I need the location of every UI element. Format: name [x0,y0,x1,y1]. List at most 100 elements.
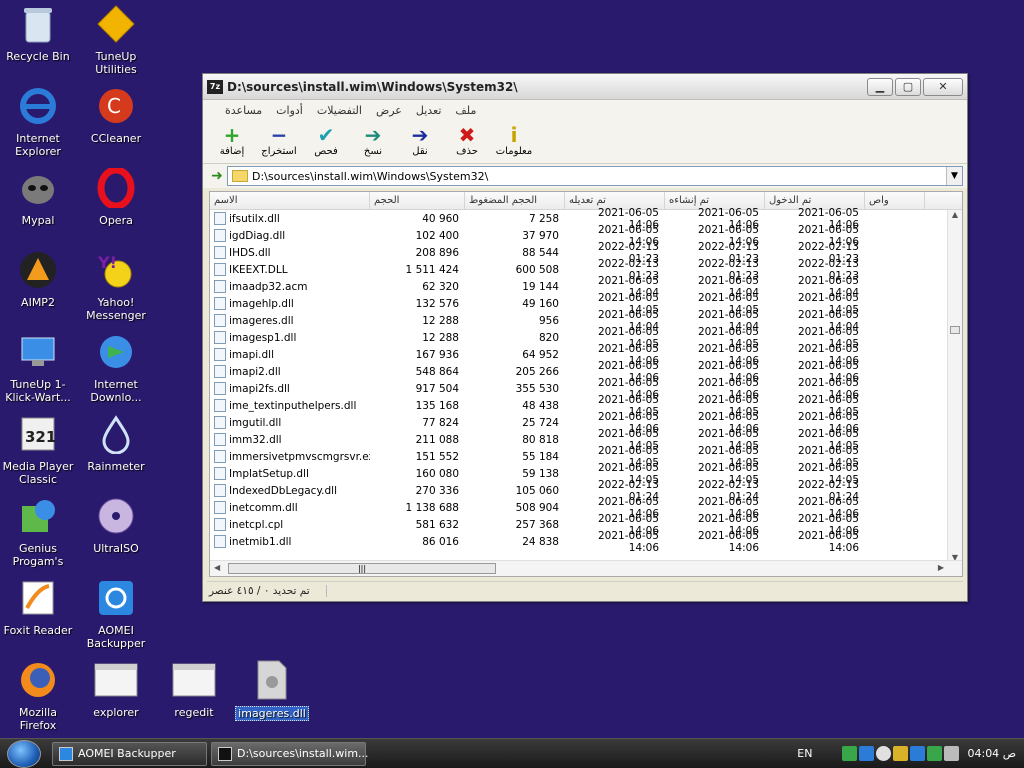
desktop-icon-imageres-dll[interactable]: imageres.dll [234,658,310,721]
taskbar-button-aomei[interactable]: AOMEI Backupper [52,741,207,766]
file-name-cell: ifsutilx.dll [210,212,370,225]
menu-item[interactable]: ملف [455,104,476,117]
desktop-icon-tuneup-1-klick-wart[interactable]: TuneUp 1-Klick-Wart... [0,330,76,404]
desktop-icon-mypal[interactable]: Mypal [0,166,76,227]
desktop-icon-tuneup-utilities[interactable]: TuneUp Utilities [78,2,154,76]
table-cell: 581 632 [415,518,459,531]
maximize-button[interactable]: ▢ [895,77,921,96]
desktop-icon-regedit[interactable]: regedit [156,658,232,719]
menu-item[interactable]: مساعدة [225,104,262,117]
file-name: inetmib1.dll [229,535,292,548]
file-name: imm32.dll [229,433,282,446]
table-cell: 59 138 [522,467,559,480]
desktop-icon-foxit-reader[interactable]: Foxit Reader [0,576,76,637]
desktop-icon-yahoo-messenger[interactable]: Y! Yahoo! Messenger [78,248,154,322]
desktop-icon-label: UltraISO [93,542,139,555]
delete-button[interactable]: ✖ حذف [444,124,490,157]
desktop-icon-media-player-classic[interactable]: 321 Media Player Classic [0,412,76,486]
desktop-icon-mozilla-firefox[interactable]: Mozilla Firefox [0,658,76,732]
menu-item[interactable]: عرض [376,104,402,117]
desktop-icon-ccleaner[interactable]: C CCleaner [78,84,154,145]
yahoo-messenger-icon: Y! [94,248,138,292]
file-icon [214,535,226,548]
menu-bar: ملف تعديل عرض التفضيلات أدوات مساعدة [203,100,967,120]
file-list[interactable]: الاسم الحجم الحجم المضغوط تم تعديله تم إنشاء… [209,191,963,577]
desktop-icon-aimp2[interactable]: AIMP2 [0,248,76,309]
tray-app-icon[interactable] [893,746,909,761]
desktop-icon-label: TuneUp Utilities [95,50,137,76]
title-bar[interactable]: 7z D:\sources\install.wim\Windows\System… [203,74,967,100]
scroll-up-icon[interactable]: ▲ [948,210,962,219]
taskbar-button-label: AOMEI Backupper [78,747,176,760]
desktop-icon-label: AIMP2 [21,296,55,309]
table-cell: 2021-06-05 14:06 [597,529,659,554]
network-icon[interactable] [842,746,858,761]
internet-explorer-icon [16,84,60,128]
info-button[interactable]: i معلومات [491,124,537,157]
desktop-icon-label: TuneUp 1-Klick-Wart... [5,378,71,404]
add-button[interactable]: + إضافة [209,124,255,157]
horizontal-scroll-thumb[interactable]: ||| [228,563,496,574]
chevron-down-icon[interactable]: ▼ [946,167,962,185]
tray-app-icon[interactable] [876,746,892,761]
clock[interactable]: 04:04 ص [967,747,1016,760]
taskbar-button-7zip[interactable]: D:\sources\install.wim... [211,741,369,766]
file-name: imapi2fs.dll [229,382,290,395]
move-button[interactable]: ➔ نقل [397,124,443,157]
foxit-reader-icon [16,576,60,620]
file-name: IHDS.dll [229,246,271,259]
file-name-cell: ImplatSetup.dll [210,467,370,480]
toolbar-label: معلومات [495,146,533,157]
start-button[interactable] [0,739,48,768]
scroll-left-icon[interactable]: ◀ [214,563,220,572]
menu-item[interactable]: أدوات [276,104,303,117]
menu-item[interactable]: التفضيلات [317,104,362,117]
table-row[interactable]: inetmib1.dll 86 016 24 838 2021-06-05 14:06… [210,530,962,554]
firefox-icon [16,658,60,702]
desktop-icon-aomei-backupper[interactable]: AOMEI Backupper [78,576,154,650]
vertical-scroll-thumb[interactable] [950,326,960,334]
column-header-2[interactable]: الحجم المضغوط [465,192,565,209]
file-name: ime_textinputhelpers.dll [229,399,357,412]
column-header-0[interactable]: الاسم [210,192,370,209]
file-name-cell: inetcpl.cpl [210,518,370,531]
minimize-button[interactable]: ▁ [867,77,893,96]
up-folder-icon[interactable]: ➜ [207,167,227,185]
file-name-cell: imapi.dll [210,348,370,361]
desktop-icon-explorer[interactable]: explorer [78,658,154,719]
menu-item[interactable]: تعديل [416,104,442,117]
desktop-icon-internet-downlo[interactable]: Internet Downlo... [78,330,154,404]
address-field[interactable]: D:\sources\install.wim\Windows\System32\… [227,166,963,186]
aimp-icon [16,248,60,292]
column-header-6[interactable]: واص [865,192,925,209]
desktop-icon-genius-progam-s[interactable]: Genius Progam's [0,494,76,568]
desktop-icon-opera[interactable]: Opera [78,166,154,227]
desktop-icon-rainmeter[interactable]: Rainmeter [78,412,154,473]
volume-icon[interactable] [944,746,960,761]
table-cell: 132 576 [415,297,459,310]
desktop-icon-internet-explorer[interactable]: Internet Explorer [0,84,76,158]
table-cell: 167 936 [415,348,459,361]
test-button[interactable]: ✔ فحص [303,124,349,157]
desktop-icon-label: Internet Downlo... [90,378,142,404]
file-name-cell: imm32.dll [210,433,370,446]
vertical-scrollbar[interactable]: ▲ ▼ [947,210,962,562]
tray-app-icon[interactable] [859,746,875,761]
desktop-icon-label: Foxit Reader [3,624,73,637]
scroll-right-icon[interactable]: ▶ [938,563,944,572]
horizontal-scrollbar[interactable]: ◀ ||| ▶ [210,560,962,576]
extract-button[interactable]: − استخراج [256,124,302,157]
7zip-file-manager-window[interactable]: 7z D:\sources\install.wim\Windows\System… [202,73,968,602]
close-button[interactable]: ✕ [923,77,963,96]
tray-app-icon[interactable] [910,746,926,761]
tray-app-icon[interactable] [927,746,943,761]
rainmeter-icon [94,412,138,456]
column-header-1[interactable]: الحجم [370,192,465,209]
desktop-icon-ultraiso[interactable]: UltraISO [78,494,154,555]
copy-button[interactable]: ➔ نسخ [350,124,396,157]
desktop-icon-recycle-bin[interactable]: Recycle Bin [0,2,76,63]
file-icon [214,297,226,310]
table-cell: 55 184 [522,450,559,463]
language-indicator[interactable]: EN [797,747,812,760]
table-cell: 1 138 688 [405,501,459,514]
